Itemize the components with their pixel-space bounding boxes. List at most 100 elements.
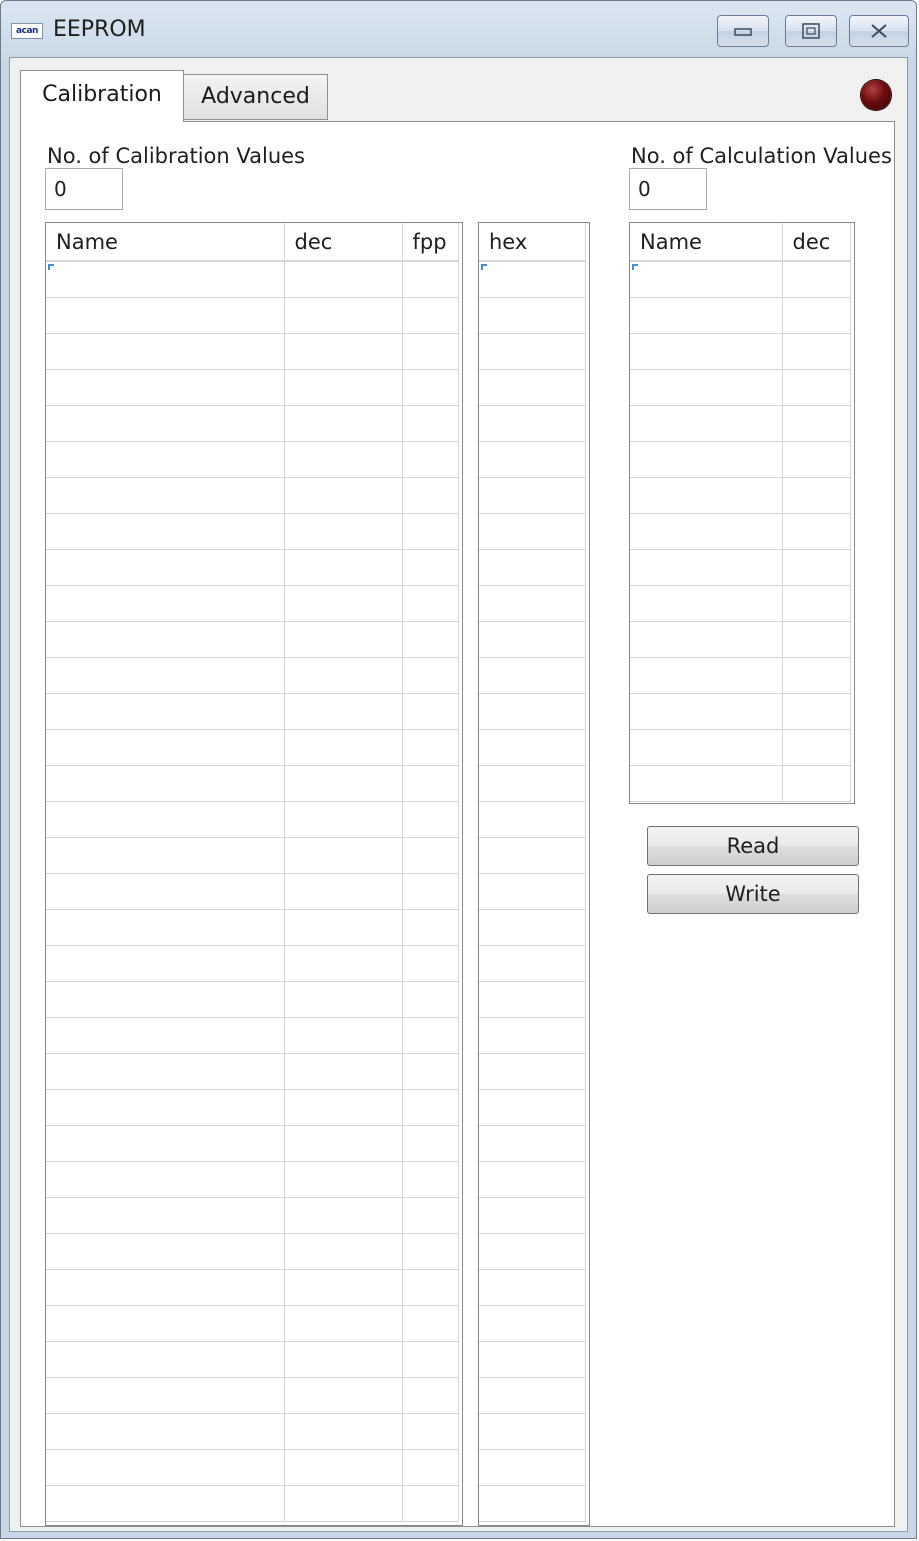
table-row[interactable] [479, 1125, 586, 1162]
table-cell[interactable] [46, 837, 285, 874]
table-cell[interactable] [630, 729, 783, 766]
table-cell[interactable] [402, 297, 459, 334]
table-cell[interactable] [402, 1017, 459, 1054]
table-row[interactable] [46, 405, 459, 442]
table-cell[interactable] [479, 1269, 586, 1306]
table-cell[interactable] [46, 405, 285, 442]
table-cell[interactable] [782, 405, 851, 442]
table-cell[interactable] [630, 513, 783, 550]
table-row[interactable] [46, 1017, 459, 1054]
table-cell[interactable] [284, 477, 403, 514]
table-cell[interactable] [630, 297, 783, 334]
table-cell[interactable] [46, 369, 285, 406]
table-row[interactable] [479, 1269, 586, 1306]
table-cell[interactable] [284, 1341, 403, 1378]
table-row[interactable] [479, 549, 586, 586]
table-cell[interactable] [479, 405, 586, 442]
read-button[interactable]: Read [647, 826, 859, 866]
table-cell[interactable] [782, 333, 851, 370]
table-row[interactable] [630, 765, 851, 802]
table-cell[interactable] [284, 765, 403, 802]
table-cell[interactable] [46, 513, 285, 550]
table-row[interactable] [479, 657, 586, 694]
table-row[interactable] [46, 657, 459, 694]
table-row[interactable] [46, 873, 459, 910]
table-row[interactable] [630, 729, 851, 766]
table-cell[interactable] [402, 1089, 459, 1126]
table-cell[interactable] [284, 1485, 403, 1522]
table-cell[interactable] [479, 729, 586, 766]
table-row[interactable] [479, 765, 586, 802]
table-row[interactable] [479, 1485, 586, 1522]
table-row[interactable] [46, 585, 459, 622]
table-cell[interactable] [402, 1413, 459, 1450]
table-cell[interactable] [284, 1089, 403, 1126]
table-row[interactable] [46, 801, 459, 838]
table-row[interactable] [479, 297, 586, 334]
table-row[interactable] [46, 693, 459, 730]
table-cell[interactable] [284, 1269, 403, 1306]
table-row[interactable] [46, 1161, 459, 1198]
table-cell[interactable] [46, 1197, 285, 1234]
table-cell[interactable] [479, 1197, 586, 1234]
table-cell[interactable] [479, 369, 586, 406]
table-cell[interactable] [479, 1125, 586, 1162]
table-row[interactable] [46, 1485, 459, 1522]
table-row[interactable] [479, 405, 586, 442]
table-row[interactable] [46, 441, 459, 478]
table-row[interactable] [46, 729, 459, 766]
table-cell[interactable] [284, 1233, 403, 1270]
table-cell[interactable] [479, 1161, 586, 1198]
table-row[interactable] [630, 333, 851, 370]
table-cell[interactable] [46, 657, 285, 694]
table-cell[interactable] [479, 1341, 586, 1378]
table-row[interactable] [630, 693, 851, 730]
table-cell[interactable] [402, 1485, 459, 1522]
table-cell[interactable] [402, 945, 459, 982]
table-cell[interactable] [46, 621, 285, 658]
calculation-count-input[interactable]: 0 [629, 168, 707, 210]
table-cell[interactable] [284, 1413, 403, 1450]
table-cell[interactable] [479, 1053, 586, 1090]
table-cell[interactable] [402, 837, 459, 874]
table-cell[interactable] [402, 405, 459, 442]
table-cell[interactable] [284, 585, 403, 622]
table-row[interactable] [479, 873, 586, 910]
table-cell[interactable] [630, 585, 783, 622]
table-cell[interactable] [782, 621, 851, 658]
table-cell[interactable] [284, 1377, 403, 1414]
table-cell[interactable] [46, 945, 285, 982]
table-cell[interactable] [479, 1017, 586, 1054]
table-row[interactable] [479, 585, 586, 622]
table-row[interactable] [479, 1089, 586, 1126]
table-cell[interactable] [479, 693, 586, 730]
table-cell[interactable] [479, 1485, 586, 1522]
table-row[interactable] [479, 837, 586, 874]
table-cell[interactable] [479, 1449, 586, 1486]
table-row[interactable] [46, 297, 459, 334]
table-cell[interactable] [46, 729, 285, 766]
table-cell[interactable] [402, 1125, 459, 1162]
table-cell[interactable] [46, 1305, 285, 1342]
table-row[interactable] [46, 621, 459, 658]
table-cell[interactable] [402, 621, 459, 658]
table-cell[interactable] [284, 333, 403, 370]
table-cell[interactable] [479, 585, 586, 622]
table-cell[interactable] [479, 297, 586, 334]
table-cell[interactable] [284, 1161, 403, 1198]
table-row[interactable] [46, 477, 459, 514]
table-cell[interactable] [782, 369, 851, 406]
table-row[interactable] [630, 549, 851, 586]
table-row[interactable] [630, 621, 851, 658]
table-row[interactable] [479, 693, 586, 730]
table-cell[interactable] [479, 333, 586, 370]
table-row[interactable] [46, 513, 459, 550]
table-cell[interactable] [630, 441, 783, 478]
table-row[interactable] [46, 1305, 459, 1342]
table-cell[interactable] [46, 477, 285, 514]
table-row[interactable] [479, 1161, 586, 1198]
table-cell[interactable] [46, 909, 285, 946]
title-bar[interactable]: acan EEPROM [1, 1, 916, 57]
table-row[interactable] [630, 261, 851, 298]
close-button[interactable] [849, 15, 909, 47]
